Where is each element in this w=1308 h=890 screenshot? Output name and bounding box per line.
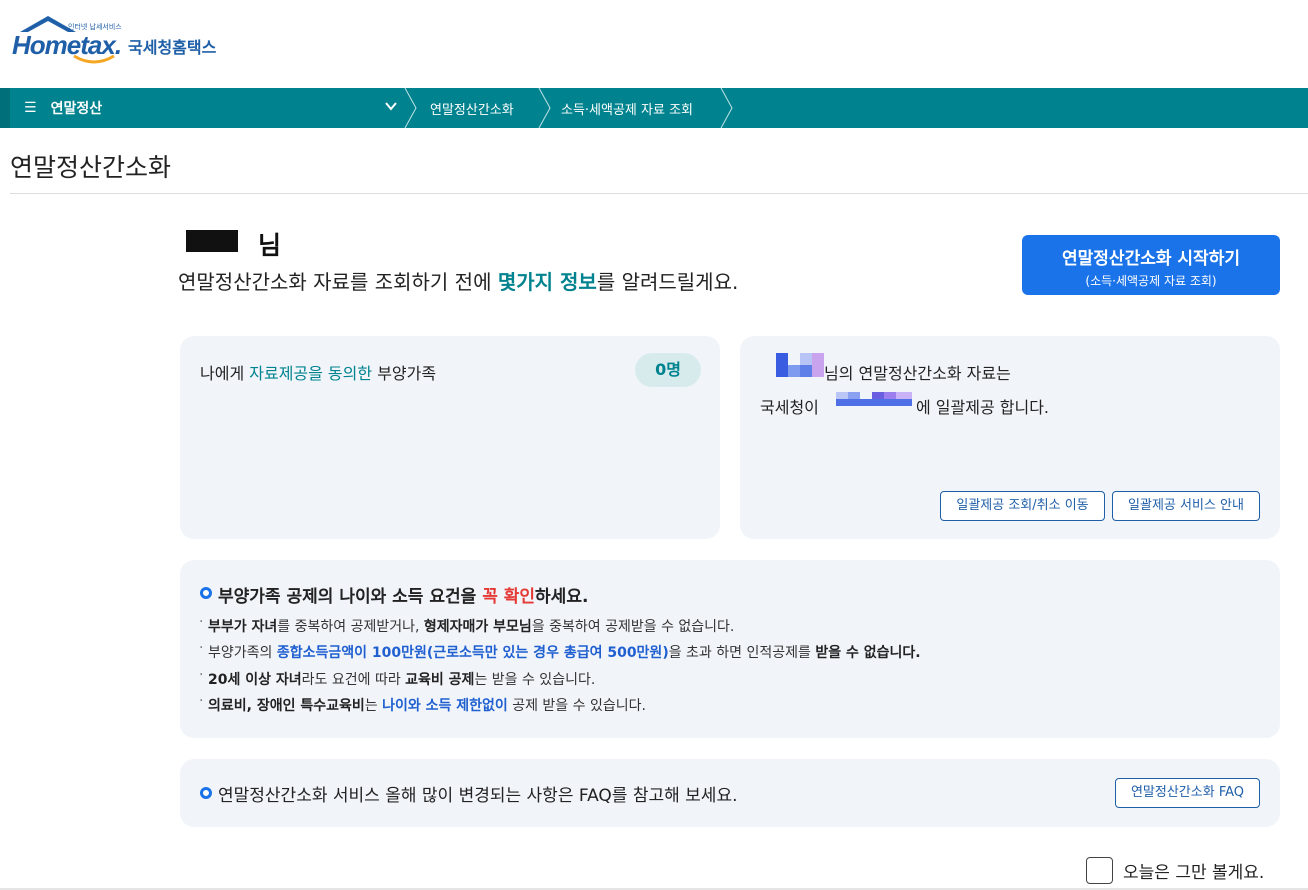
intro-after: 를 알려드릴게요. — [596, 270, 739, 294]
dismiss-today-toggle[interactable]: 오늘은 그만 볼게요. — [1086, 857, 1264, 884]
page-title: 연말정산간소화 — [10, 153, 172, 182]
consent-label-after: 부양가족 — [372, 364, 437, 383]
consent-label: 나에게 자료제공을 동의한 부양가족 — [200, 360, 436, 384]
req3-d: 는 받을 수 있습니다. — [474, 672, 596, 688]
bulk-manage-button[interactable]: 일괄제공 조회/취소 이동 — [940, 491, 1105, 521]
breadcrumb-separator-icon — [720, 88, 733, 128]
req2-b: 종합소득금액이 100만원(근로소득만 있는 경우 총급여 500만원) — [276, 645, 669, 661]
req3-a: 20세 이상 자녀 — [208, 672, 302, 688]
menu-label: 연말정산 — [50, 101, 103, 117]
nav-bar: ☰ 연말정산 연말정산간소화 소득·세액공제 자료 조회 — [0, 88, 1308, 128]
req-title-highlight: 꼭 확인 — [482, 587, 536, 607]
consent-label-highlight: 자료제공을 동의한 — [249, 364, 373, 383]
intro-before: 연말정산간소화 자료를 조회하기 전에 — [178, 270, 498, 294]
chevron-down-icon[interactable] — [384, 99, 398, 117]
consent-label-before: 나에게 — [200, 364, 250, 383]
breadcrumb-item-simplified[interactable]: 연말정산간소화 — [430, 88, 514, 128]
req1-a: 부부가 자녀 — [208, 619, 278, 635]
intro-text: 연말정산간소화 자료를 조회하기 전에 몇가지 정보를 알려드릴게요. — [178, 266, 738, 295]
bulk-line2: 국세청이 — [760, 394, 819, 418]
redacted-name-pixels — [776, 353, 824, 377]
req1-b: 를 중복하여 공제받거나, — [277, 619, 424, 635]
req4-b: 는 — [364, 698, 383, 714]
req2-d: 받을 수 없습니다. — [815, 645, 921, 661]
bullet-ring-icon — [200, 587, 212, 599]
faq-text: 연말정산간소화 서비스 올해 많이 변경되는 사항은 FAQ를 참고해 보세요. — [218, 786, 738, 806]
dependent-count-badge[interactable]: 0명 — [635, 353, 701, 387]
menu-button[interactable]: ☰ 연말정산 — [24, 88, 102, 128]
requirement-item: 의료비, 장애인 특수교육비는 나이와 소득 제한없이 공제 받을 수 있습니다… — [199, 693, 646, 715]
redacted-recipient-pixels — [836, 392, 912, 406]
dismiss-checkbox[interactable] — [1086, 857, 1113, 884]
requirements-title: 부양가족 공제의 나이와 소득 요건을 꼭 확인하세요. — [218, 582, 588, 607]
req-title-before: 부양가족 공제의 나이와 소득 요건을 — [218, 587, 483, 607]
breadcrumb-separator-icon — [404, 88, 417, 128]
faq-card: 연말정산간소화 서비스 올해 많이 변경되는 사항은 FAQ를 참고해 보세요.… — [180, 759, 1280, 827]
bulk-guide-button[interactable]: 일괄제공 서비스 안내 — [1112, 491, 1260, 521]
logo-name-kr: 국세청홈택스 — [128, 38, 217, 57]
consent-dependents-card: 나에게 자료제공을 동의한 부양가족 0명 — [180, 336, 720, 539]
bulk-provision-card: 님의 연말정산간소화 자료는 국세청이 에 일괄제공 합니다. 일괄제공 조회/… — [740, 336, 1280, 539]
req2-c: 을 초과 하면 인적공제를 — [668, 645, 816, 661]
dependent-requirements-card: 부양가족 공제의 나이와 소득 요건을 꼭 확인하세요. 부부가 자녀를 중복하… — [180, 560, 1280, 738]
logo-swoosh-icon — [73, 54, 115, 64]
dismiss-label: 오늘은 그만 볼게요. — [1123, 863, 1265, 883]
honorific-suffix: 님 — [258, 231, 282, 260]
redacted-user-name — [186, 230, 238, 252]
requirement-item: 부양가족의 종합소득금액이 100만원(근로소득만 있는 경우 총급여 500만… — [199, 640, 921, 662]
req4-a: 의료비, 장애인 특수교육비 — [208, 698, 365, 714]
nav-accent — [0, 88, 10, 128]
breadcrumb-separator-icon — [538, 88, 551, 128]
bullet-ring-icon — [200, 787, 212, 799]
title-divider — [10, 193, 1308, 194]
intro-highlight: 몇가지 정보 — [497, 270, 597, 294]
requirement-item: 20세 이상 자녀라도 요건에 따라 교육비 공제는 받을 수 있습니다. — [199, 667, 596, 689]
hamburger-icon: ☰ — [24, 100, 37, 116]
req4-c: 나이와 소득 제한없이 — [382, 698, 508, 714]
req3-b: 라도 요건에 따라 — [301, 672, 406, 688]
header: 인터넷 납세서비스 Hometax. 국세청홈택스 — [0, 0, 1308, 88]
req-title-after: 하세요. — [535, 587, 589, 607]
req4-d: 공제 받을 수 있습니다. — [507, 698, 646, 714]
bulk-line1: 님의 연말정산간소화 자료는 — [824, 364, 1011, 383]
bulk-line2-tail: 에 일괄제공 합니다. — [916, 398, 1050, 417]
breadcrumb-item-deduction-lookup[interactable]: 소득·세액공제 자료 조회 — [561, 88, 693, 128]
start-simplified-button[interactable]: 연말정산간소화 시작하기 (소득·세액공제 자료 조회) — [1022, 235, 1280, 295]
hometax-logo[interactable]: 인터넷 납세서비스 Hometax. 국세청홈택스 — [12, 14, 242, 66]
start-button-label: 연말정산간소화 시작하기 — [1062, 249, 1240, 269]
start-button-sublabel: (소득·세액공제 자료 조회) — [1085, 274, 1217, 288]
requirement-item: 부부가 자녀를 중복하여 공제받거나, 형제자매가 부모님을 중복하여 공제받을… — [199, 614, 735, 636]
req1-c: 형제자매가 부모님 — [423, 619, 532, 635]
faq-button[interactable]: 연말정산간소화 FAQ — [1115, 778, 1260, 808]
req3-c: 교육비 공제 — [405, 672, 475, 688]
bulk-line2-before: 국세청이 — [760, 398, 819, 417]
req1-d: 을 중복하여 공제받을 수 없습니다. — [531, 619, 735, 635]
req2-a: 부양가족의 — [208, 645, 277, 661]
